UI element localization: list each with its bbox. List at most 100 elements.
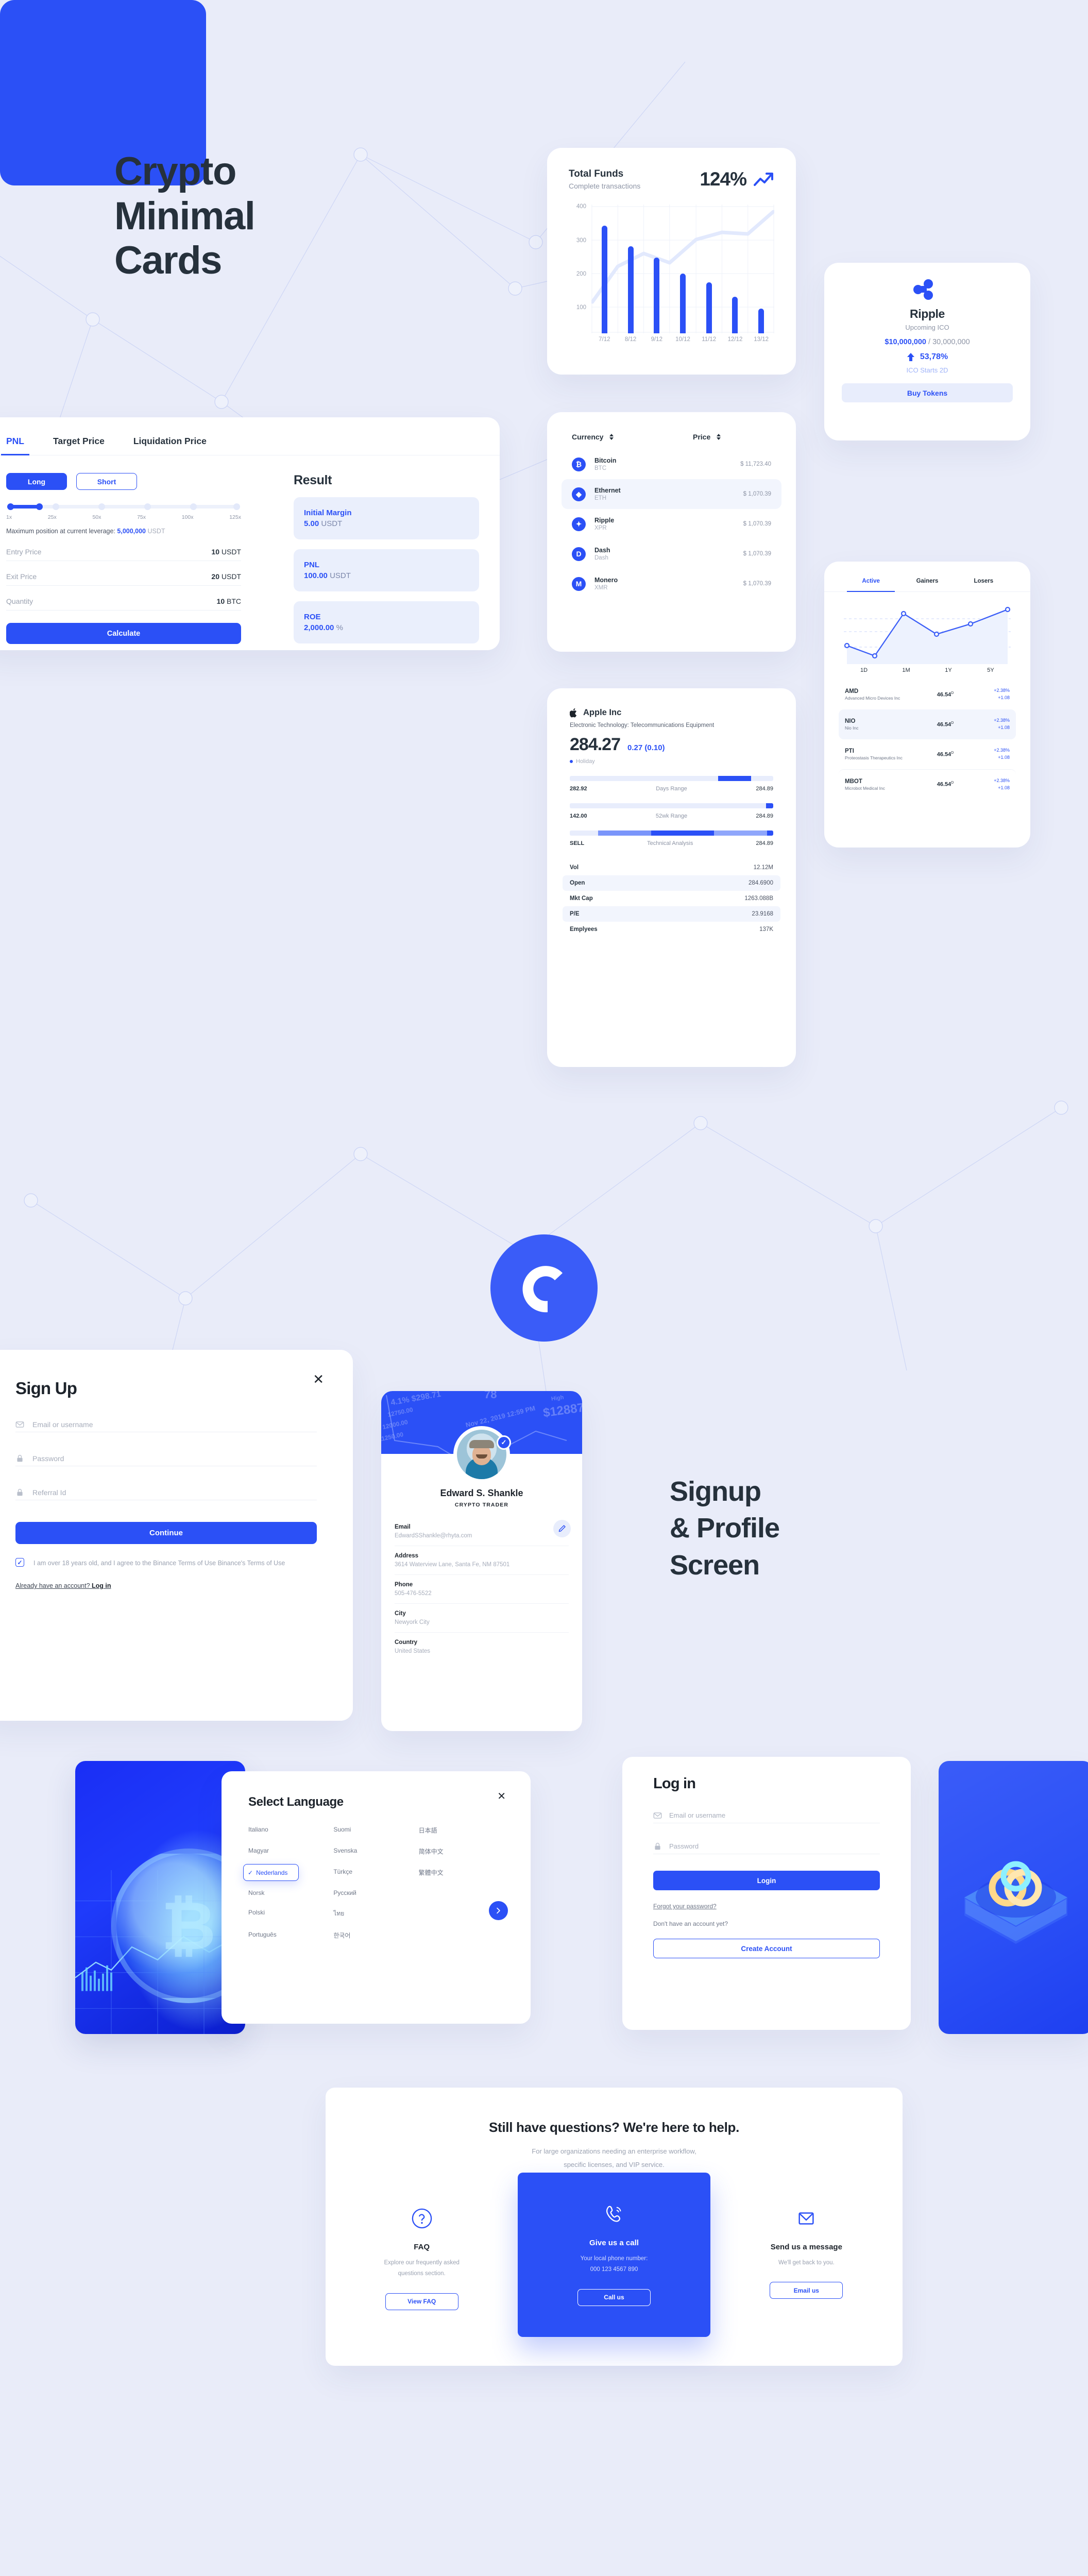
table-row[interactable]: ₿ Bitcoin BTC $ 11,723.40 bbox=[562, 449, 781, 479]
column-header-currency[interactable]: Currency bbox=[572, 433, 693, 441]
support-card-desc: Explore our frequently asked questions se… bbox=[384, 2260, 460, 2277]
slider-knob-handle[interactable] bbox=[36, 503, 43, 510]
language-option-turkce[interactable]: Türkçe bbox=[333, 1868, 418, 1877]
login-email-field[interactable]: Email or username bbox=[653, 1811, 880, 1823]
stock-value: 46.54D bbox=[937, 691, 954, 698]
leverage-slider[interactable] bbox=[7, 503, 240, 510]
exit-price-value: 20 USDT bbox=[211, 572, 241, 581]
table-row[interactable]: ◆ Ethernet ETH $ 1,070.39 bbox=[562, 479, 781, 509]
result-key: PNL bbox=[304, 561, 319, 569]
language-option-traditional-chinese[interactable]: 繁體中文 bbox=[419, 1868, 504, 1877]
referral-id-field[interactable]: Referral Id bbox=[15, 1488, 317, 1500]
table-row[interactable]: M Monero XMR $ 1,070.39 bbox=[562, 569, 781, 599]
max-position-note: Maximum position at current leverage: 5,… bbox=[6, 527, 166, 536]
login-link[interactable]: Already have an account? Log in bbox=[15, 1582, 317, 1589]
continue-button[interactable]: Continue bbox=[15, 1522, 317, 1544]
ico-raised: $10,000,000 bbox=[885, 338, 926, 346]
slider-stop-125x[interactable] bbox=[233, 503, 240, 510]
language-option-russian[interactable]: Русский bbox=[333, 1889, 418, 1896]
language-option-korean[interactable]: 한국어 bbox=[333, 1931, 418, 1940]
chart-bar bbox=[758, 308, 764, 333]
table-row[interactable]: ✦ Ripple XPR $ 1,070.39 bbox=[562, 509, 781, 539]
calculate-button[interactable]: Calculate bbox=[6, 623, 241, 645]
slider-stop-50x[interactable] bbox=[98, 503, 106, 510]
email-us-button[interactable]: Email us bbox=[770, 2282, 843, 2299]
language-option-portugues[interactable]: Português bbox=[248, 1931, 333, 1940]
stock-price: 284.27 bbox=[570, 735, 621, 754]
ico-separator: / bbox=[928, 338, 931, 346]
chart-bar bbox=[627, 246, 634, 333]
language-option-thai[interactable]: ไทย bbox=[333, 1909, 418, 1919]
language-option-suomi[interactable]: Suomi bbox=[333, 1826, 418, 1835]
tab-active[interactable]: Active bbox=[843, 578, 899, 592]
tab-pnl[interactable]: PNL bbox=[1, 436, 29, 455]
quantity-field[interactable]: Quantity 10 BTC bbox=[6, 586, 241, 611]
consent-checkbox[interactable]: ✓ bbox=[15, 1558, 24, 1567]
forgot-password-link[interactable]: Forgot your password? bbox=[653, 1903, 880, 1910]
sort-arrows-icon[interactable] bbox=[609, 434, 614, 440]
pencil-icon[interactable] bbox=[553, 1520, 571, 1537]
profile-card: 4.1% $298.71 12750.00 12000.00 11250.00 … bbox=[381, 1391, 582, 1731]
slider-stop-75x[interactable] bbox=[144, 503, 151, 510]
chart-bar bbox=[732, 296, 738, 333]
long-button[interactable]: Long bbox=[6, 473, 67, 490]
slider-stop-100x[interactable] bbox=[190, 503, 197, 510]
exit-price-label: Exit Price bbox=[6, 572, 37, 581]
coin-stack-illustration bbox=[964, 1861, 1067, 1944]
password-field[interactable]: Password bbox=[15, 1454, 317, 1466]
language-option-magyar[interactable]: Magyar bbox=[248, 1847, 333, 1856]
close-icon[interactable]: ✕ bbox=[313, 1372, 324, 1386]
tab-target-price[interactable]: Target Price bbox=[53, 436, 105, 455]
stock-change: +2.38% +1.08 bbox=[994, 777, 1010, 790]
x-tick: 11/12 bbox=[702, 336, 717, 343]
login-password-field[interactable]: Password bbox=[653, 1842, 880, 1854]
login-button[interactable]: Login bbox=[653, 1871, 880, 1890]
lock-icon bbox=[17, 1488, 23, 1496]
tab-gainers[interactable]: Gainers bbox=[899, 578, 955, 591]
leverage-tick: 100x bbox=[181, 514, 194, 520]
exit-price-field[interactable]: Exit Price 20 USDT bbox=[6, 561, 241, 586]
slider-knob-start[interactable] bbox=[7, 503, 14, 510]
buy-tokens-button[interactable]: Buy Tokens bbox=[842, 383, 1013, 402]
language-option-japanese[interactable]: 日本語 bbox=[419, 1826, 504, 1835]
slider-stop-25x[interactable] bbox=[53, 503, 60, 510]
x-tick: 1D bbox=[860, 667, 868, 673]
close-icon[interactable]: ✕ bbox=[497, 1790, 506, 1803]
call-us-button[interactable]: Call us bbox=[577, 2289, 651, 2306]
list-item[interactable]: AMD Advanced Micro Devices Inc 46.54D +2… bbox=[839, 680, 1016, 709]
currency-symbol: ETH bbox=[594, 495, 606, 501]
result-value: 100.00 USDT bbox=[304, 571, 351, 580]
lock-icon bbox=[17, 1454, 23, 1462]
chart-point bbox=[1005, 606, 1011, 613]
stock-detail-card: Apple Inc Electronic Technology: Telecom… bbox=[547, 688, 796, 1067]
entry-price-field[interactable]: Entry Price 10 USDT bbox=[6, 536, 241, 562]
create-account-button[interactable]: Create Account bbox=[653, 1939, 880, 1958]
tab-losers[interactable]: Losers bbox=[956, 578, 1012, 591]
list-item[interactable]: NIO Nio Inc 46.54D +2.38% +1.08 bbox=[839, 709, 1016, 739]
language-option-polski[interactable]: Polski bbox=[248, 1909, 333, 1919]
currency-symbol: XMR bbox=[594, 585, 608, 591]
table-row[interactable]: D Dash Dash $ 1,070.39 bbox=[562, 539, 781, 569]
tab-liquidation-price[interactable]: Liquidation Price bbox=[133, 436, 207, 455]
signup-body: ✕ Sign Up Email or username Password Ref… bbox=[0, 1350, 353, 1589]
total-funds-card: Total Funds Complete transactions 124% 4… bbox=[547, 148, 796, 375]
currency-name: Monero bbox=[594, 577, 618, 584]
list-item[interactable]: MBOT Microbot Medical Inc 46.54D +2.38% +… bbox=[839, 769, 1016, 799]
language-option-svenska[interactable]: Svenska bbox=[333, 1847, 418, 1856]
language-option-italiano[interactable]: Italiano bbox=[248, 1826, 333, 1835]
language-option-simplified-chinese[interactable]: 简体中文 bbox=[419, 1847, 504, 1856]
stock-name: Nio Inc bbox=[845, 725, 859, 731]
stock-value: 46.54D bbox=[937, 751, 954, 758]
currency-name: Dash bbox=[594, 547, 610, 554]
language-option-norsk[interactable]: Norsk bbox=[248, 1889, 333, 1896]
short-button[interactable]: Short bbox=[76, 473, 137, 490]
list-item[interactable]: PTI Proteostasis Therapeutics Inc 46.54D… bbox=[839, 739, 1016, 769]
language-option-nederlands[interactable]: ✓ Nederlands bbox=[243, 1864, 299, 1881]
email-field[interactable]: Email or username bbox=[15, 1420, 317, 1432]
chart-bar bbox=[654, 258, 660, 333]
view-faq-button[interactable]: View FAQ bbox=[385, 2293, 458, 2310]
chevron-right-icon[interactable] bbox=[489, 1901, 508, 1920]
sort-arrows-icon[interactable] bbox=[717, 434, 721, 440]
support-card-title: Give us a call bbox=[589, 2239, 639, 2247]
column-header-price[interactable]: Price bbox=[693, 433, 771, 441]
